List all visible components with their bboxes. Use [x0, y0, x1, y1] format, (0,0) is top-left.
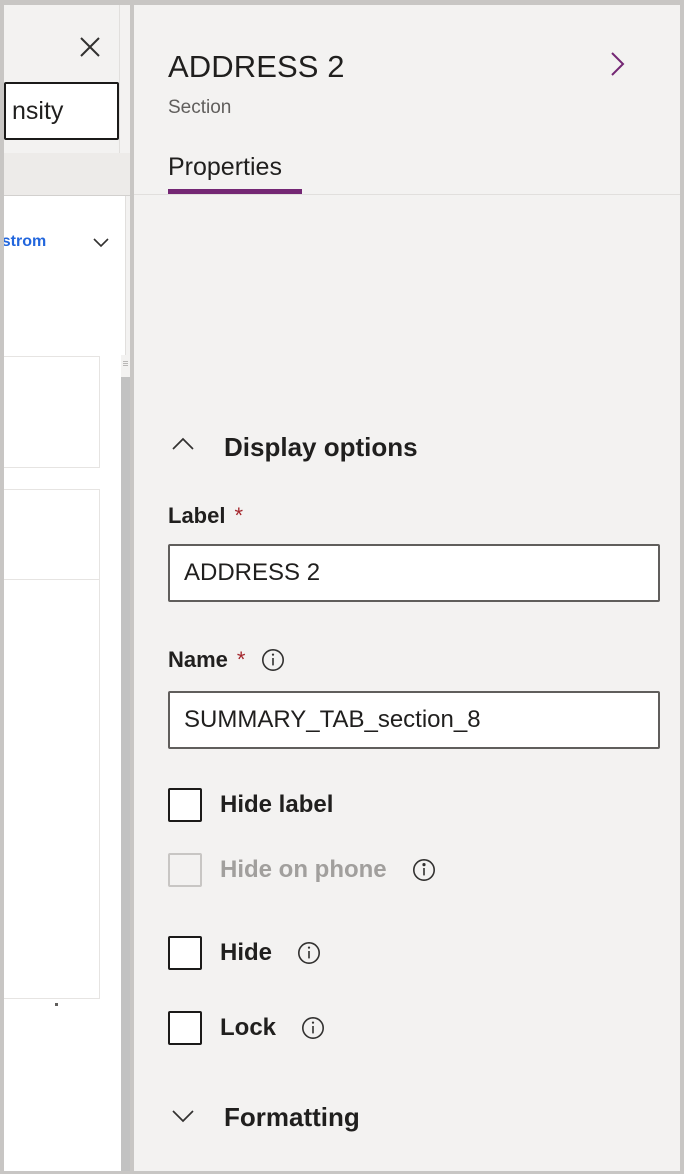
checkbox-hide[interactable]: Hide — [168, 936, 322, 970]
required-asterisk: * — [237, 647, 246, 673]
section-header-formatting[interactable]: Formatting — [168, 1100, 360, 1135]
info-icon[interactable] — [300, 1015, 326, 1041]
checkbox-label: Hide on phone — [220, 856, 387, 884]
properties-panel: ADDRESS 2 Section Properties — [134, 5, 680, 1171]
panel-subtitle: Section — [168, 97, 231, 119]
chevron-down-icon — [168, 1100, 198, 1135]
scroll-grip-icon — [123, 361, 128, 368]
record-link[interactable]: dstrom — [4, 233, 46, 251]
chevron-up-icon — [168, 430, 198, 465]
panel-body: Display options Label * ADDRESS 2 Name * — [134, 195, 680, 1170]
toolbar-strip — [4, 153, 130, 196]
name-field-label: Name * — [168, 647, 286, 673]
form-card — [4, 356, 100, 468]
checkbox-box — [168, 853, 202, 887]
checkbox-label: Hide — [220, 939, 272, 967]
checkbox-label: Lock — [220, 1014, 276, 1042]
form-designer-canvas-pane: nsity dstrom — [4, 5, 130, 1171]
canvas-scrollbar-thumb[interactable] — [121, 377, 130, 1171]
section-label: Formatting — [224, 1102, 360, 1133]
app-window: nsity dstrom — [0, 0, 684, 1174]
info-icon[interactable] — [296, 940, 322, 966]
record-lookup-row[interactable]: dstrom — [4, 214, 126, 270]
checkbox-box[interactable] — [168, 936, 202, 970]
label-field-label: Label * — [168, 503, 243, 529]
expand-panel-button[interactable] — [598, 47, 636, 85]
page-title: ADDRESS 2 — [168, 49, 345, 85]
form-preview-canvas: dstrom — [4, 196, 126, 1171]
close-button[interactable] — [73, 30, 107, 64]
checkbox-hide-on-phone: Hide on phone — [168, 853, 437, 887]
checkbox-label: Hide label — [220, 791, 333, 819]
checkbox-lock[interactable]: Lock — [168, 1011, 326, 1045]
canvas-scrollbar[interactable] — [121, 355, 130, 1171]
name-input-value: SUMMARY_TAB_section_8 — [184, 706, 481, 734]
label-input-value: ADDRESS 2 — [184, 559, 320, 587]
section-label: Display options — [224, 432, 418, 463]
chevron-down-icon[interactable] — [90, 231, 112, 253]
label-input[interactable]: ADDRESS 2 — [168, 544, 660, 602]
name-input[interactable]: SUMMARY_TAB_section_8 — [168, 691, 660, 749]
label-field-label-text: Label — [168, 503, 225, 529]
density-combobox-value: nsity — [12, 97, 63, 126]
form-card — [4, 579, 100, 999]
chevron-right-icon — [602, 49, 632, 84]
checkbox-box[interactable] — [168, 788, 202, 822]
panel-header: ADDRESS 2 Section Properties — [134, 5, 680, 195]
checkbox-box[interactable] — [168, 1011, 202, 1045]
info-icon[interactable] — [260, 647, 286, 673]
density-combobox[interactable]: nsity — [4, 82, 119, 140]
checkbox-hide-label[interactable]: Hide label — [168, 788, 333, 822]
close-icon — [77, 34, 103, 60]
tabstrip: Properties — [168, 153, 290, 194]
section-header-display-options[interactable]: Display options — [168, 430, 418, 465]
required-asterisk: * — [234, 503, 243, 529]
tab-properties[interactable]: Properties — [168, 153, 290, 194]
info-icon[interactable] — [411, 857, 437, 883]
name-field-label-text: Name — [168, 647, 228, 673]
